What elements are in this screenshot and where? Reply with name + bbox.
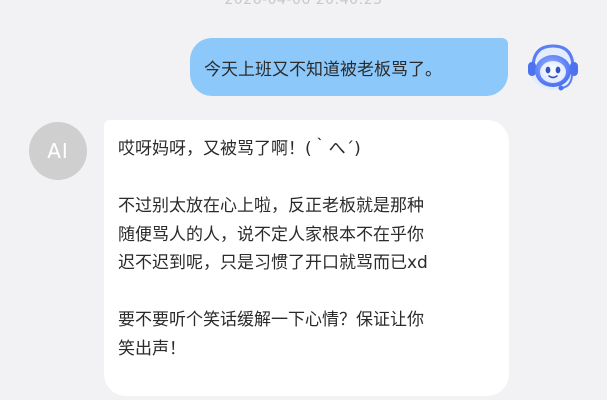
ai-message-line: 随便骂人的人，说不定人家根本不在乎你 bbox=[118, 224, 424, 245]
ai-avatar-label: AI bbox=[47, 139, 69, 163]
ai-message-line: 要不要听个笑话缓解一下心情？保证让你 bbox=[118, 310, 424, 330]
ai-avatar[interactable]: AI bbox=[29, 122, 87, 180]
ai-message-line: 哎呀妈呀，又被骂了啊！(｀へ´) bbox=[118, 139, 361, 159]
ai-message-line: 迟不迟到呢，只是习惯了开口就骂而已xd bbox=[118, 253, 428, 273]
ai-message-line: 不过别太放在心上啦，反正老板就是那种 bbox=[118, 196, 424, 216]
ai-message-bubble[interactable]: 哎呀妈呀，又被骂了啊！(｀へ´) 不过别太放在心上啦，反正老板就是那种 随便骂人… bbox=[104, 120, 509, 396]
robot-avatar-icon[interactable] bbox=[522, 38, 584, 96]
user-message-bubble[interactable]: 今天上班又不知道被老板骂了。 bbox=[190, 38, 508, 96]
user-message-text: 今天上班又不知道被老板骂了。 bbox=[204, 59, 442, 80]
message-timestamp: 2026-04-06 20:40:23 bbox=[224, 0, 383, 8]
ai-message-line: 笑出声！ bbox=[118, 338, 186, 359]
